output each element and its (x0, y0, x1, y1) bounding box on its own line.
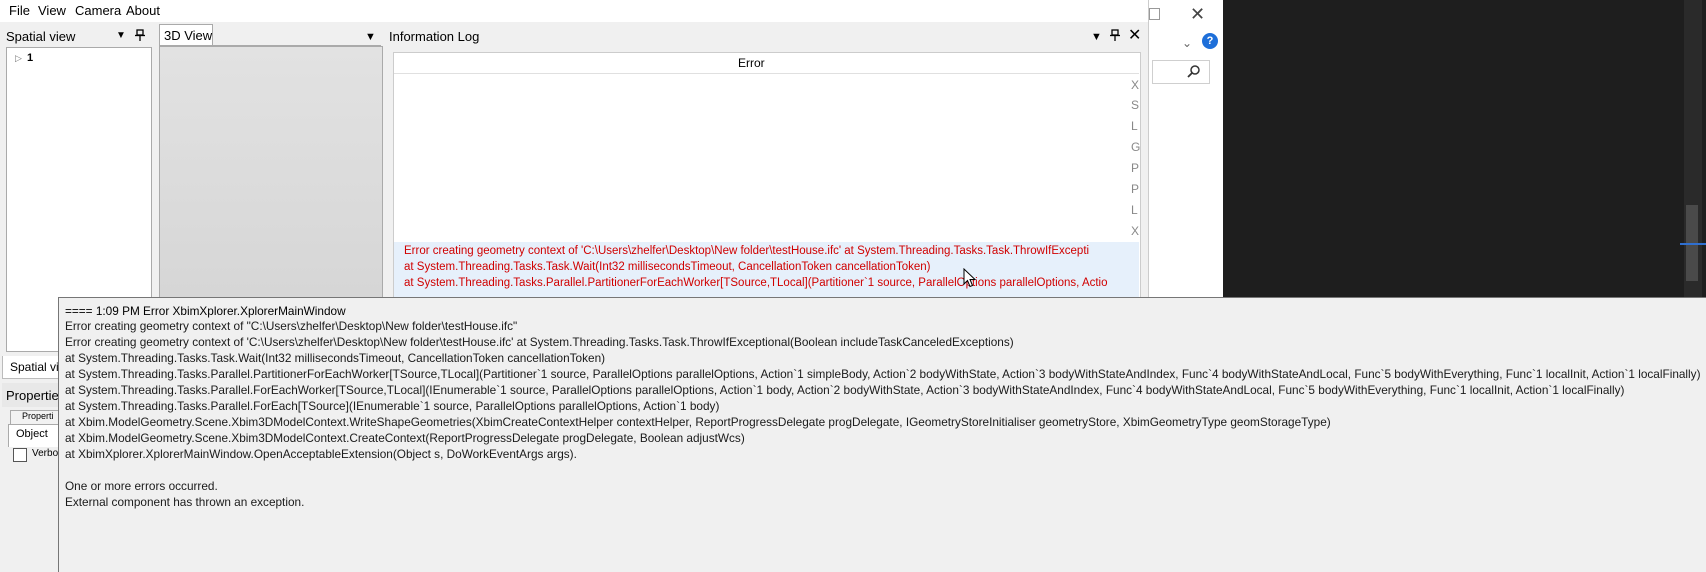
mouse-cursor-icon (963, 268, 977, 288)
tree-expand-icon[interactable]: ▷ (15, 53, 22, 64)
pin-icon[interactable] (135, 29, 145, 41)
log-column-header[interactable] (394, 53, 1139, 74)
panel-dropdown-icon[interactable]: ▼ (1091, 31, 1102, 43)
tooltip-line: at System.Threading.Tasks.Parallel.Parti… (65, 367, 1701, 381)
tooltip-line: Error creating geometry context of 'C:\U… (65, 335, 1014, 349)
tab-3d-view-label: 3D View (164, 28, 213, 43)
cropped-text: L (1131, 119, 1138, 133)
pin-icon[interactable] (1110, 29, 1120, 41)
properties-title: Properties (6, 388, 66, 403)
cropped-text: S (1131, 98, 1140, 112)
search-icon[interactable] (1187, 64, 1201, 78)
tooltip-line: at Xbim.ModelGeometry.Scene.Xbim3DModelC… (65, 415, 1331, 429)
cropped-text: P (1131, 182, 1140, 196)
view3d-menu-icon[interactable]: ▼ (365, 31, 376, 43)
spatial-view-title: Spatial view (6, 29, 76, 44)
tab-object-label: Object (16, 428, 48, 440)
tab-spatial-view-label: Spatial vi (10, 360, 59, 374)
tooltip-line: at Xbim.ModelGeometry.Scene.Xbim3DModelC… (65, 431, 745, 445)
cropped-text: X (1131, 78, 1140, 92)
close-icon[interactable]: ✕ (1128, 25, 1141, 45)
tooltip-line: at System.Threading.Tasks.Task.Wait(Int3… (65, 351, 606, 365)
panel-dropdown-icon[interactable]: ▼ (116, 30, 126, 41)
verbose-label: Verbo (32, 448, 59, 459)
editor-scroll-marker (1680, 243, 1706, 245)
column-header-error[interactable]: Error (738, 56, 765, 70)
tooltip-line: at XbimXplorer.XplorerMainWindow.OpenAcc… (65, 447, 577, 461)
verbose-checkbox[interactable] (13, 448, 27, 462)
tree-item-label[interactable]: 1 (27, 52, 33, 64)
tooltip-line: Error creating geometry context of "C:\U… (65, 319, 518, 333)
cropped-text: G (1131, 140, 1141, 154)
error-cell-line: at System.Threading.Tasks.Task.Wait(Int3… (404, 261, 931, 273)
menu-about[interactable]: About (126, 3, 160, 18)
error-cell-line: at System.Threading.Tasks.Parallel.Parti… (404, 277, 1108, 289)
editor-background (1222, 0, 1706, 297)
close-icon[interactable]: ✕ (1190, 4, 1205, 25)
menu-bar: File View Camera About (0, 0, 1148, 22)
information-log-title: Information Log (389, 29, 480, 44)
chevron-down-icon[interactable]: ⌄ (1182, 36, 1192, 50)
tooltip-line: One or more errors occurred. (65, 479, 218, 493)
tooltip-line: at System.Threading.Tasks.Parallel.ForEa… (65, 383, 1625, 397)
maximize-icon[interactable] (1149, 8, 1160, 20)
menu-view[interactable]: View (38, 3, 66, 18)
menu-camera[interactable]: Camera (75, 3, 121, 18)
cropped-text: P (1131, 161, 1140, 175)
3d-viewport[interactable] (159, 46, 383, 299)
tooltip-header: ==== 1:09 PM Error XbimXplorer.XplorerMa… (65, 304, 346, 318)
error-cell-line: Error creating geometry context of 'C:\U… (404, 245, 1090, 257)
search-input[interactable] (1152, 60, 1210, 84)
help-icon[interactable]: ? (1202, 33, 1218, 49)
cropped-text: X (1131, 224, 1140, 238)
tooltip-line: External component has thrown an excepti… (65, 495, 305, 509)
cropped-text: L (1131, 203, 1138, 217)
tab-properties-label: Properti (22, 411, 54, 421)
tooltip-line: at System.Threading.Tasks.Parallel.ForEa… (65, 399, 720, 413)
menu-file[interactable]: File (9, 3, 30, 18)
